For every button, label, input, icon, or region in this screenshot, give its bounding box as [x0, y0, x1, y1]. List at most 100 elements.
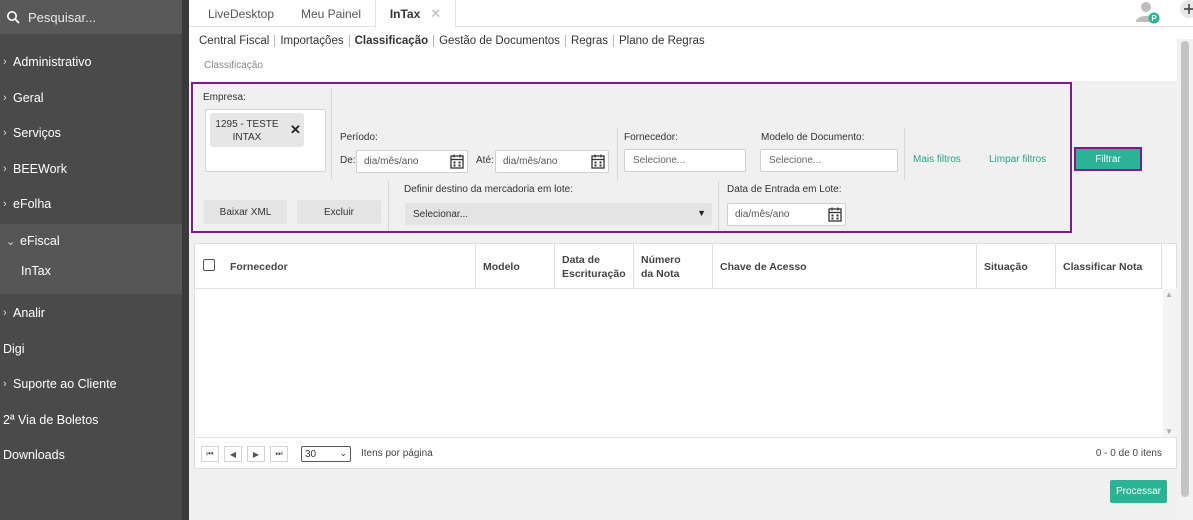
chevron-down-icon: ⌄	[339, 448, 347, 458]
item-range: 0 - 0 de 0 itens	[1095, 448, 1162, 459]
modelo-label: Modelo de Documento:	[761, 132, 865, 143]
chevron-down-icon: ⌄	[6, 235, 16, 248]
sidebar-item-analir[interactable]: › Analir	[0, 298, 182, 328]
col-chave-acesso[interactable]: Chave de Acesso	[713, 244, 977, 289]
filter-panel: Empresa: 1295 - TESTE INTAX ✕ Período: D…	[191, 82, 1072, 233]
empresa-field[interactable]: 1295 - TESTE INTAX ✕	[205, 109, 326, 172]
subnav-regras[interactable]: Regras	[566, 35, 615, 47]
sidebar-item-digi[interactable]: Digi	[0, 334, 182, 364]
per-page-label: Itens por página	[361, 448, 433, 459]
periodo-label: Período:	[340, 132, 378, 143]
last-page-button[interactable]: ⏭	[270, 446, 288, 462]
baixar-xml-button[interactable]: Baixar XML	[204, 200, 287, 224]
de-date-input[interactable]: dia/mês/ano	[356, 150, 468, 173]
excluir-button[interactable]: Excluir	[297, 200, 381, 224]
chevron-right-icon: ›	[3, 378, 7, 390]
scrollbar-thumb[interactable]	[1181, 41, 1189, 497]
first-page-button[interactable]: ⏮	[201, 446, 219, 462]
divider	[718, 181, 719, 231]
ate-date-input[interactable]: dia/mês/ano	[495, 150, 609, 173]
fornecedor-label: Fornecedor:	[624, 132, 678, 143]
select-all-checkbox[interactable]	[203, 259, 215, 271]
sub-navigation: Central Fiscal Importações Classificação…	[199, 33, 710, 49]
chevron-right-icon: ›	[3, 198, 7, 210]
select-all-cell	[195, 244, 223, 289]
remove-chip-icon[interactable]: ✕	[290, 122, 301, 138]
empresa-chip: 1295 - TESTE INTAX ✕	[210, 113, 304, 147]
fornecedor-input[interactable]: Selecione...	[624, 149, 746, 172]
subnav-gestao-documentos[interactable]: Gestão de Documentos	[434, 35, 566, 47]
dropdown-arrow-icon: ▼	[697, 208, 706, 218]
sidebar-item-boletos[interactable]: 2ª Via de Boletos	[0, 405, 182, 435]
subnav-central-fiscal[interactable]: Central Fiscal	[199, 35, 276, 47]
empresa-chip-code: 1295 - TESTE	[215, 119, 279, 130]
sidebar-subitem-intax[interactable]: InTax	[0, 258, 182, 284]
subnav-plano-regras[interactable]: Plano de Regras	[614, 35, 710, 47]
chevron-right-icon: ›	[3, 127, 7, 139]
calendar-icon[interactable]	[828, 207, 842, 222]
entrada-label: Data de Entrada em Lote:	[727, 184, 842, 195]
close-icon[interactable]: ✕	[430, 6, 441, 22]
col-data-escrituracao[interactable]: Data de Escrituração	[555, 244, 634, 289]
chevron-right-icon: ›	[3, 307, 7, 319]
table-scrollbar[interactable]: ▲ ▼	[1163, 289, 1177, 437]
destino-select[interactable]: Selecionar... ▼	[405, 203, 712, 225]
destino-label: Definir destino da mercadoria em lote:	[404, 184, 573, 195]
col-numero-nota[interactable]: Número da Nota	[634, 244, 713, 289]
avatar-badge: P	[1151, 14, 1157, 23]
divider	[904, 128, 905, 180]
col-modelo[interactable]: Modelo	[476, 244, 555, 289]
sidebar-item-geral[interactable]: › Geral	[0, 83, 182, 113]
tab-livedesktop[interactable]: LiveDesktop	[197, 0, 285, 27]
sidebar-edge	[182, 0, 189, 520]
sidebar-item-suporte[interactable]: › Suporte ao Cliente	[0, 369, 182, 399]
divider	[617, 128, 618, 180]
subnav-importacoes[interactable]: Importações	[275, 35, 350, 47]
tab-intax[interactable]: InTax ✕	[375, 0, 456, 28]
results-table: Fornecedor Modelo Data de Escrituração N…	[194, 243, 1177, 469]
prev-page-button[interactable]: ◀	[224, 446, 242, 462]
chevron-right-icon: ›	[3, 56, 7, 68]
sidebar-item-beework[interactable]: › BEEWork	[0, 154, 182, 184]
page-size-select[interactable]: 30 ⌄	[301, 446, 351, 462]
next-page-button[interactable]: ▶	[247, 446, 265, 462]
sidebar-item-downloads[interactable]: Downloads	[0, 440, 182, 470]
breadcrumb: Classificação	[204, 60, 263, 71]
search-placeholder[interactable]: Pesquisar...	[28, 10, 96, 25]
col-fornecedor[interactable]: Fornecedor	[223, 244, 476, 289]
filtrar-button[interactable]: Filtrar	[1074, 147, 1142, 171]
calendar-icon[interactable]	[450, 154, 464, 169]
sidebar-item-efolha[interactable]: › eFolha	[0, 189, 182, 219]
sidebar: Pesquisar... › Administrativo › Geral › Ser…	[0, 0, 189, 520]
ate-label: Até:	[476, 155, 494, 166]
modelo-input[interactable]: Selecione...	[760, 149, 898, 172]
user-avatar-icon[interactable]: P	[1134, 0, 1160, 24]
entrada-date-input[interactable]: dia/mês/ano	[727, 203, 846, 226]
scroll-down-icon[interactable]: ▼	[1165, 427, 1173, 436]
search-icon	[7, 11, 20, 24]
plus-icon[interactable]	[1175, 0, 1193, 20]
empresa-label: Empresa:	[203, 92, 246, 103]
de-label: De:	[340, 155, 356, 166]
page-scrollbar[interactable]	[1177, 39, 1193, 520]
empresa-chip-name: INTAX	[232, 132, 262, 143]
search-box[interactable]: Pesquisar...	[0, 0, 182, 34]
limpar-filtros-link[interactable]: Limpar filtros	[989, 154, 1046, 165]
col-classificar-nota[interactable]: Classificar Nota	[1056, 244, 1162, 289]
mais-filtros-link[interactable]: Mais filtros	[913, 154, 961, 165]
sidebar-item-administrativo[interactable]: › Administrativo	[0, 47, 182, 77]
sidebar-item-efiscal[interactable]: ⌄ eFiscal	[0, 226, 182, 256]
calendar-icon[interactable]	[591, 154, 605, 169]
sidebar-item-servicos[interactable]: › Serviços	[0, 118, 182, 148]
scroll-up-icon[interactable]: ▲	[1165, 290, 1173, 299]
processar-button[interactable]: Processar	[1110, 480, 1167, 503]
subnav-classificacao[interactable]: Classificação	[350, 35, 435, 47]
paginator: ⏮ ◀ ▶ ⏭ 30 ⌄ Itens por página 0 - 0 de 0…	[195, 437, 1176, 468]
divider	[388, 181, 389, 231]
tab-meu-painel[interactable]: Meu Painel	[289, 0, 373, 27]
chevron-right-icon: ›	[3, 92, 7, 104]
chevron-right-icon: ›	[3, 163, 7, 175]
col-situacao[interactable]: Situação	[977, 244, 1056, 289]
tab-bar: LiveDesktop Meu Painel InTax ✕ P	[189, 0, 1193, 28]
divider	[331, 88, 332, 179]
